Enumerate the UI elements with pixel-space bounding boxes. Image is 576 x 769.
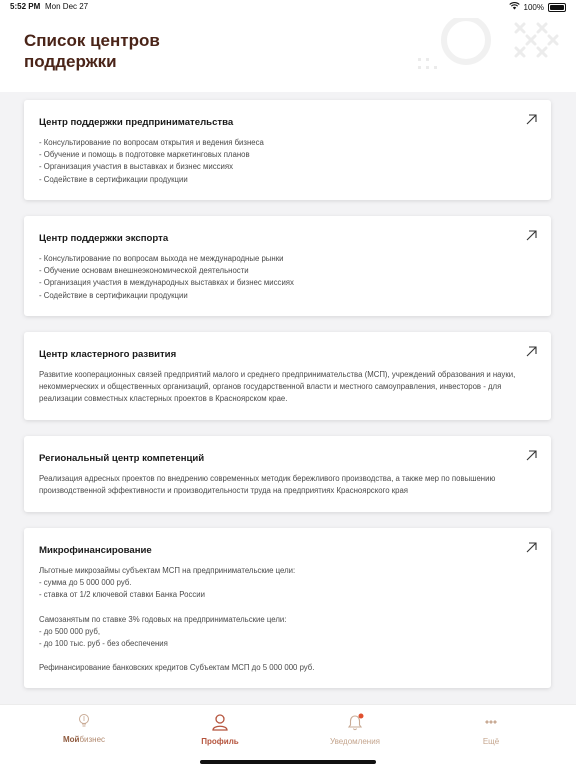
- external-link-arrow-icon[interactable]: [526, 114, 537, 125]
- external-link-arrow-icon[interactable]: [526, 346, 537, 357]
- card-microfinance[interactable]: Микрофинансирование Льготные микрозаймы …: [24, 528, 551, 688]
- notification-badge: [358, 713, 364, 719]
- card-export-center[interactable]: Центр поддержки экспорта - Консультирова…: [24, 216, 551, 316]
- tab-notifications[interactable]: Уведомления: [305, 713, 405, 746]
- tab-profile[interactable]: Профиль: [170, 713, 270, 746]
- card-title: Центр поддержки предпринимательства: [39, 117, 234, 128]
- card-line: - Содействие в сертификации продукции: [39, 290, 188, 300]
- page-title: Список центров поддержки: [24, 31, 160, 71]
- battery-percent: 100%: [523, 2, 544, 12]
- card-line: - Организация участия в международных вы…: [39, 278, 294, 288]
- card-line: - Содействие в сертификации продукции: [39, 174, 188, 184]
- decorative-pattern-icon: [418, 18, 559, 69]
- card-description: Реализация адресных проектов по внедрени…: [39, 473, 529, 497]
- card-line: - Обучение и помощь в подготовке маркети…: [39, 150, 250, 160]
- card-line: - Консультирование по вопросам открытия …: [39, 138, 264, 147]
- card-line: Льготные микрозаймы субъектам МСП на пре…: [39, 566, 296, 575]
- tab-label: Уведомления: [329, 737, 381, 746]
- card-description: - Консультирование по вопросам выхода не…: [39, 253, 529, 302]
- card-text: Реализация адресных проектов по внедрени…: [39, 474, 496, 496]
- card-line: Рефинансирование банковских кредитов Суб…: [39, 663, 315, 673]
- status-date: Mon Dec 27: [45, 2, 89, 11]
- lightbulb-icon: [79, 714, 89, 727]
- page-header: Список центров поддержки: [0, 14, 576, 92]
- wifi-icon: [508, 2, 520, 12]
- card-description: Льготные микрозаймы субъектам МСП на пре…: [39, 565, 529, 674]
- card-line: - Обучение основам внешнеэкономической д…: [39, 266, 249, 276]
- tab-more[interactable]: Ещё: [441, 713, 541, 746]
- profile-icon: [212, 714, 228, 731]
- card-text: Развитие кооперационных связей предприят…: [39, 370, 516, 404]
- card-line: - Организация участия в выставках и бизн…: [39, 162, 233, 172]
- external-link-arrow-icon[interactable]: [526, 230, 537, 241]
- tab-label-bold: Мой: [62, 735, 80, 744]
- tab-label-thin: бизнес: [79, 735, 106, 744]
- card-line: - до 500 000 руб,: [39, 626, 101, 636]
- tab-label: Мойбизнес: [34, 735, 134, 744]
- status-time: 5:52 PM: [10, 2, 41, 11]
- external-link-arrow-icon[interactable]: [526, 542, 537, 553]
- card-description: - Консультирование по вопросам открытия …: [39, 137, 529, 186]
- battery-icon: [548, 2, 566, 12]
- tab-label: Ещё: [482, 737, 500, 746]
- card-line: - сумма до 5 000 000 руб.: [39, 578, 132, 588]
- card-cluster-development-center[interactable]: Центр кластерного развития Развитие кооп…: [24, 332, 551, 420]
- card-line: - ставка от 1/2 ключевой ставки Банка Ро…: [39, 590, 205, 600]
- card-line-gap: [39, 602, 529, 614]
- tab-my-business[interactable]: Мойбизнес: [34, 713, 134, 744]
- card-regional-competence-center[interactable]: Региональный центр компетенций Реализаци…: [24, 436, 551, 512]
- card-entrepreneurship-center[interactable]: Центр поддержки предпринимательства - Ко…: [24, 100, 551, 200]
- card-line: - Консультирование по вопросам выхода не…: [39, 254, 284, 263]
- card-line: - до 100 тыс. руб - без обеспечения: [39, 639, 168, 649]
- card-title: Региональный центр компетенций: [39, 453, 205, 464]
- card-line: Самозанятым по ставке 3% годовых на пред…: [39, 614, 287, 624]
- bell-icon: [347, 713, 364, 731]
- more-icon: [485, 720, 497, 724]
- card-description: Развитие кооперационных связей предприят…: [39, 369, 529, 406]
- card-title: Микрофинансирование: [39, 545, 152, 556]
- status-bar: 5:52 PM Mon Dec 27 100%: [0, 0, 576, 14]
- external-link-arrow-icon[interactable]: [526, 450, 537, 461]
- card-line-gap: [39, 650, 529, 662]
- tab-label: Профиль: [201, 737, 239, 746]
- status-right: 100%: [508, 2, 566, 12]
- card-title: Центр поддержки экспорта: [39, 233, 169, 244]
- card-title: Центр кластерного развития: [39, 349, 177, 360]
- bottom-tab-bar: Мойбизнес Профиль Уведомления Ещё: [0, 704, 576, 769]
- home-indicator[interactable]: [200, 760, 376, 764]
